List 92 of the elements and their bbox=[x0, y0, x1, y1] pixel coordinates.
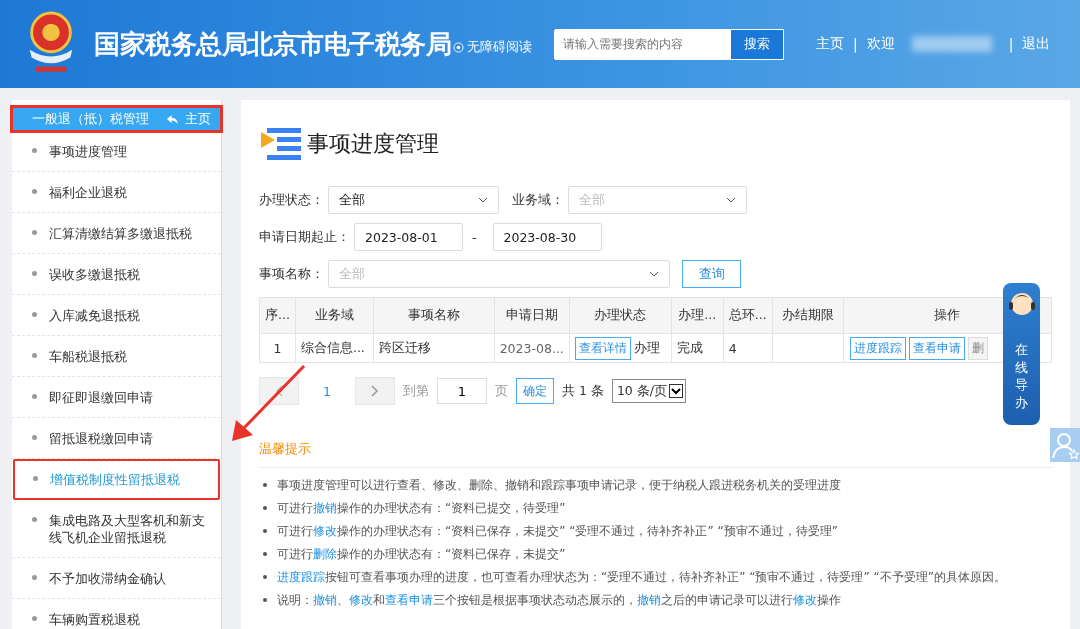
bullet-icon bbox=[263, 506, 267, 510]
tip-link[interactable]: 撤销 bbox=[637, 593, 661, 607]
sidebar-item[interactable]: 误收多缴退抵税 bbox=[12, 254, 221, 295]
table-cell: 办理 bbox=[633, 339, 660, 355]
page-unit-label: 页 bbox=[495, 382, 508, 400]
range-separator: - bbox=[472, 229, 477, 245]
action-button[interactable]: 进度跟踪 bbox=[849, 336, 906, 360]
column-header: 办理状态 bbox=[569, 297, 672, 334]
home-link[interactable]: 主页 bbox=[166, 110, 211, 128]
page-size-select[interactable]: 10 条/页 bbox=[611, 379, 686, 403]
nav-separator: | bbox=[853, 36, 858, 52]
tip-link[interactable]: 进度跟踪 bbox=[277, 570, 325, 584]
bullet-icon bbox=[263, 552, 267, 556]
item-name-select[interactable]: 全部 bbox=[328, 260, 670, 288]
sidebar-item[interactable]: 集成电路及大型客机和新支线飞机企业留抵退税 bbox=[12, 500, 221, 558]
tip-link[interactable]: 删除 bbox=[313, 547, 337, 561]
eye-icon bbox=[453, 41, 464, 53]
tip-text: 可进行撤销操作的办理状态有：“资料已提交，待受理” bbox=[277, 500, 566, 517]
field-label: 事项名称： bbox=[259, 265, 324, 283]
online-guide-widget[interactable]: 在线导办 bbox=[1003, 283, 1040, 425]
domain-select[interactable]: 全部 bbox=[568, 186, 747, 214]
tip-text: 可进行删除操作的办理状态有：“资料已保存，未提交” bbox=[277, 546, 566, 563]
table-cell: 综合信息... bbox=[295, 333, 374, 363]
tip-link[interactable]: 撤销 bbox=[313, 501, 337, 515]
table-cell: 完成 bbox=[671, 333, 724, 363]
nav-link[interactable]: 主页 bbox=[816, 35, 844, 53]
column-header: 总环... bbox=[723, 297, 773, 334]
bullet-icon bbox=[263, 529, 267, 533]
search-field[interactable]: 请输入需要搜索的内容 bbox=[554, 28, 731, 60]
sidebar-item[interactable]: 福利企业退税 bbox=[12, 172, 221, 213]
list-icon bbox=[259, 126, 303, 162]
sidebar-item[interactable]: 车辆购置税退税 bbox=[12, 599, 221, 629]
chevron-right-icon bbox=[371, 385, 379, 397]
site-title: 国家税务总局北京市电子税务局 bbox=[94, 27, 451, 61]
column-header: 事项名称 bbox=[373, 297, 495, 334]
tip-text: 可进行修改操作的办理状态有：“资料已保存，未提交” “受理不通过，待补齐补正” “预审不通过，待受理” bbox=[277, 523, 838, 540]
end-date-field[interactable]: 2023-08-30 bbox=[492, 223, 602, 251]
field-label: 办理状态： bbox=[259, 191, 324, 209]
column-header: 办理... bbox=[671, 297, 724, 334]
chevron-down-icon bbox=[649, 271, 659, 277]
tips-title: 温馨提示 bbox=[259, 441, 1052, 468]
field-label: 申请日期起止： bbox=[259, 228, 350, 246]
column-header: 序... bbox=[259, 297, 296, 334]
bullet-icon bbox=[263, 598, 267, 602]
column-header: 申请日期 bbox=[494, 297, 570, 334]
confirm-button[interactable]: 确定 bbox=[516, 378, 554, 404]
table-cell: 2023-08... bbox=[494, 333, 570, 363]
tip-text: 说明：撤销、修改和查看申请三个按钮是根据事项状态动态展示的，撤销之后的申请记录可以进行修改操作 bbox=[277, 592, 841, 609]
page-input[interactable]: 1 bbox=[437, 378, 487, 404]
nav-link[interactable]: 退出 bbox=[1022, 35, 1051, 53]
sidebar-item[interactable]: 即征即退缴回申请 bbox=[12, 377, 221, 418]
sidebar-item[interactable]: 留抵退税缴回申请 bbox=[12, 418, 221, 459]
tip-link[interactable]: 修改 bbox=[349, 593, 373, 607]
column-header: 办结期限 bbox=[772, 297, 844, 334]
sidebar-item[interactable]: 入库减免退抵税 bbox=[12, 295, 221, 336]
back-arrow-icon bbox=[166, 113, 179, 125]
accessibility-link[interactable]: 无障碍阅读 bbox=[467, 38, 532, 56]
nav-link[interactable]: 欢迎 bbox=[866, 35, 895, 53]
tip-text: 进度跟踪按钮可查看事项办理的进度，也可查看办理状态为：“受理不通过，待补齐补正” “预审不通过，待受理” “不予受理”的具体原因。 bbox=[277, 569, 1006, 586]
sidebar-item[interactable]: 汇算清缴结算多缴退抵税 bbox=[12, 213, 221, 254]
sidebar-item[interactable]: 不予加收滞纳金确认 bbox=[12, 558, 221, 599]
tip-link[interactable]: 查看申请 bbox=[385, 593, 433, 607]
goto-label: 到第 bbox=[403, 382, 429, 400]
chevron-down-icon bbox=[478, 197, 488, 203]
tip-text: 事项进度管理可以进行查看、修改、删除、撤销和跟踪事项申请记录，便于纳税人跟进税务机关的受理进度 bbox=[277, 477, 841, 494]
status-select[interactable]: 全部 bbox=[328, 186, 499, 214]
table-cell: 1 bbox=[259, 333, 296, 363]
start-date-field[interactable]: 2023-08-01 bbox=[354, 223, 463, 251]
next-page-button[interactable] bbox=[355, 377, 395, 405]
nav-separator: | bbox=[1008, 36, 1014, 52]
page-title: 事项进度管理 bbox=[307, 130, 439, 158]
table-cell: 4 bbox=[723, 333, 773, 363]
chevron-down-icon bbox=[726, 197, 736, 203]
sidebar-item[interactable]: 增值税制度性留抵退税 bbox=[13, 459, 220, 500]
total-count: 共 1 条 bbox=[562, 382, 604, 400]
column-header: 业务域 bbox=[295, 297, 374, 334]
sidebar-title: 一般退（抵）税管理 bbox=[32, 110, 149, 128]
action-button[interactable]: 查看申请 bbox=[908, 336, 965, 360]
query-button[interactable]: 查询 bbox=[682, 260, 741, 288]
tip-link[interactable]: 修改 bbox=[313, 524, 337, 538]
view-details-button[interactable]: 查看详情 bbox=[574, 336, 631, 360]
chevron-left-icon bbox=[275, 385, 283, 397]
table-cell: 跨区迁移 bbox=[373, 333, 495, 363]
tip-link[interactable]: 修改 bbox=[793, 593, 817, 607]
sidebar-item[interactable]: 车船税退抵税 bbox=[12, 336, 221, 377]
field-label: 业务域： bbox=[512, 191, 564, 209]
current-page[interactable]: 1 bbox=[307, 383, 347, 399]
tip-link[interactable]: 撤销 bbox=[313, 593, 337, 607]
sidebar-item[interactable]: 事项进度管理 bbox=[12, 131, 221, 172]
search-button[interactable]: 搜索 bbox=[731, 28, 784, 60]
bullet-icon bbox=[263, 575, 267, 579]
bullet-icon bbox=[263, 483, 267, 487]
